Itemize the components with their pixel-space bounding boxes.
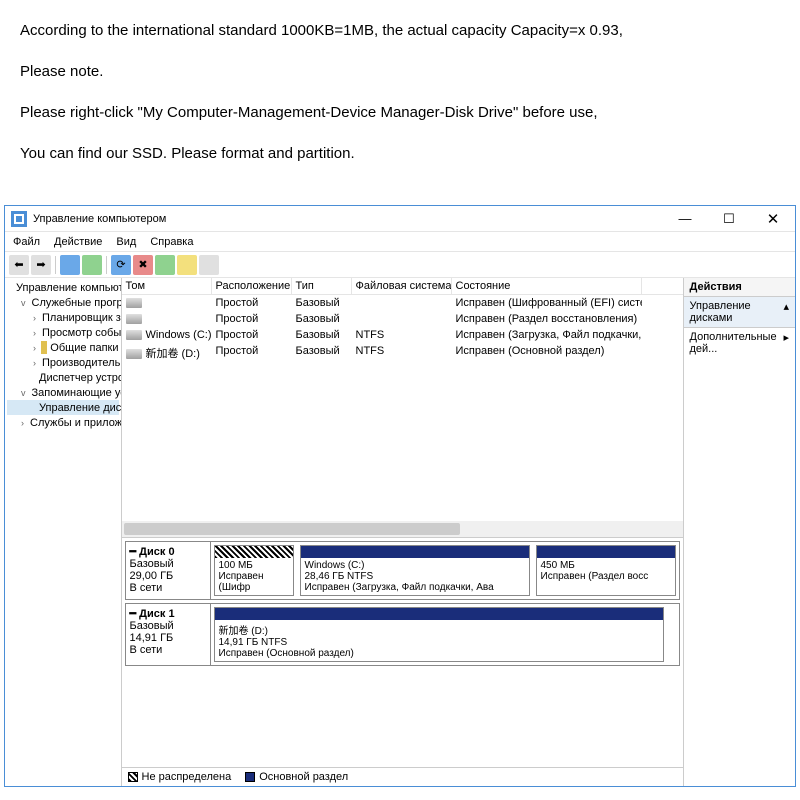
menu-help[interactable]: Справка	[150, 236, 193, 248]
intro-p3: Please right-click "My Computer-Manageme…	[20, 102, 780, 123]
volume-row[interactable]: Windows (C:)ПростойБазовыйNTFSИсправен (…	[122, 327, 683, 343]
toolbar-divider	[55, 256, 56, 274]
tree-storage[interactable]: vЗапоминающие устройст	[7, 385, 119, 400]
volume-row[interactable]: ПростойБазовыйИсправен (Раздел восстанов…	[122, 311, 683, 327]
volume-list[interactable]: Том Расположение Тип Файловая система Со…	[122, 278, 683, 538]
nav-tree[interactable]: Управление компьютером (л vСлужебные про…	[5, 278, 122, 786]
titlebar[interactable]: Управление компьютером — ☐ ✕	[5, 206, 795, 232]
menu-file[interactable]: Файл	[13, 236, 40, 248]
volume-header[interactable]: Том Расположение Тип Файловая система Со…	[122, 278, 683, 295]
intro-p4: You can find our SSD. Please format and …	[20, 143, 780, 164]
col-layout[interactable]: Расположение	[212, 278, 292, 294]
partition[interactable]: 新加卷 (D:)14,91 ГБ NTFSИсправен (Основной …	[214, 607, 664, 662]
tree-eventviewer[interactable]: ›Просмотр событий	[7, 325, 119, 340]
col-type[interactable]: Тип	[292, 278, 352, 294]
legend-swatch-unalloc	[128, 772, 138, 782]
partition[interactable]: 450 МБИсправен (Раздел восс	[536, 545, 676, 596]
actions-header: Действия	[684, 278, 796, 297]
toolbar-icon[interactable]	[199, 255, 219, 275]
intro-p2: Please note.	[20, 61, 780, 82]
intro-text: According to the international standard …	[0, 0, 800, 194]
tree-services[interactable]: ›Службы и приложения	[7, 415, 119, 430]
disk-row[interactable]: ━ Диск 1Базовый14,91 ГБВ сети新加卷 (D:)14,…	[125, 603, 680, 666]
menu-view[interactable]: Вид	[116, 236, 136, 248]
toolbar-icon[interactable]: ✖	[133, 255, 153, 275]
legend-swatch-primary	[245, 772, 255, 782]
volume-row[interactable]: 新加卷 (D:)ПростойБазовыйNTFSИсправен (Осно…	[122, 343, 683, 363]
app-icon	[11, 211, 27, 227]
management-window: Управление компьютером — ☐ ✕ Файл Действ…	[4, 205, 796, 787]
menu-action[interactable]: Действие	[54, 236, 102, 248]
volume-row[interactable]: ПростойБазовыйИсправен (Шифрованный (EFI…	[122, 295, 683, 311]
chevron-right-icon: ▸	[783, 331, 789, 355]
toolbar-divider	[106, 256, 107, 274]
col-filesystem[interactable]: Файловая система	[352, 278, 452, 294]
tree-shared[interactable]: ›Общие папки	[7, 340, 119, 355]
window-title: Управление компьютером	[33, 213, 663, 225]
disk-label[interactable]: ━ Диск 1Базовый14,91 ГБВ сети	[126, 604, 211, 665]
main-pane: Том Расположение Тип Файловая система Со…	[122, 278, 684, 786]
toolbar-icon[interactable]	[60, 255, 80, 275]
toolbar: ⬅ ➡ ⟳ ✖	[5, 252, 795, 278]
toolbar-icon[interactable]	[82, 255, 102, 275]
tree-performance[interactable]: ›Производительность	[7, 355, 119, 370]
legend: Не распределена Основной раздел	[122, 767, 683, 786]
minimize-button[interactable]: —	[663, 206, 707, 232]
share-icon	[41, 341, 48, 354]
partition[interactable]: Windows (C:)28,46 ГБ NTFSИсправен (Загру…	[300, 545, 530, 596]
chevron-up-icon: ▴	[783, 300, 789, 324]
partition[interactable]: 100 МБИсправен (Шифр	[214, 545, 294, 596]
actions-pane: Действия Управление дисками▴ Дополнитель…	[684, 278, 796, 786]
tree-system-tools[interactable]: vСлужебные программы	[7, 295, 119, 310]
menubar: Файл Действие Вид Справка	[5, 232, 795, 252]
h-scrollbar[interactable]	[122, 521, 683, 537]
forward-button[interactable]: ➡	[31, 255, 51, 275]
col-volume[interactable]: Том	[122, 278, 212, 294]
toolbar-icon[interactable]	[177, 255, 197, 275]
disk-map[interactable]: ━ Диск 0Базовый29,00 ГБВ сети100 МБИспра…	[122, 538, 683, 767]
action-diskmgmt[interactable]: Управление дисками▴	[684, 297, 796, 328]
intro-p1: According to the international standard …	[20, 20, 780, 41]
disk-label[interactable]: ━ Диск 0Базовый29,00 ГБВ сети	[126, 542, 211, 599]
toolbar-icon[interactable]	[155, 255, 175, 275]
tree-scheduler[interactable]: ›Планировщик заданий	[7, 310, 119, 325]
back-button[interactable]: ⬅	[9, 255, 29, 275]
maximize-button[interactable]: ☐	[707, 206, 751, 232]
close-button[interactable]: ✕	[751, 206, 795, 232]
tree-root[interactable]: Управление компьютером (л	[7, 280, 119, 295]
tree-devmgr[interactable]: Диспетчер устройств	[7, 370, 119, 385]
tree-diskmgmt[interactable]: Управление дисками	[7, 400, 119, 415]
col-status[interactable]: Состояние	[452, 278, 642, 294]
refresh-button[interactable]: ⟳	[111, 255, 131, 275]
action-more[interactable]: Дополнительные дей...▸	[684, 328, 796, 358]
disk-row[interactable]: ━ Диск 0Базовый29,00 ГБВ сети100 МБИспра…	[125, 541, 680, 600]
